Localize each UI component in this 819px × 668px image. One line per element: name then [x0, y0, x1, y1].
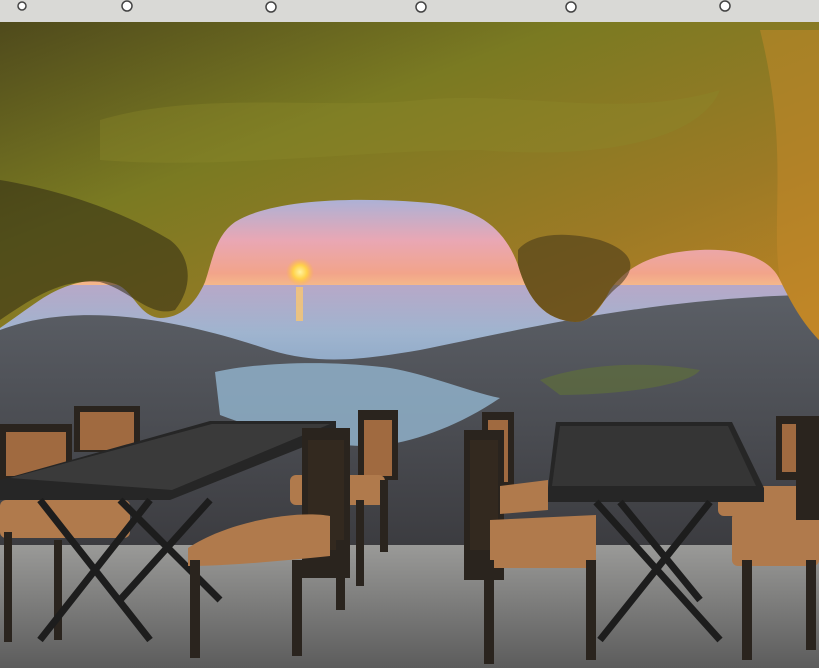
sun: [286, 258, 314, 286]
ceiling-light: [265, 1, 277, 13]
ceiling-light: [17, 1, 27, 11]
table-top-highlight: [552, 426, 756, 486]
ceiling-light: [121, 0, 133, 12]
ceiling-light: [719, 0, 731, 12]
sun-reflection: [296, 287, 303, 321]
ceiling-light: [565, 1, 577, 13]
photo-scene: [0, 0, 819, 668]
ceiling-light: [415, 1, 427, 13]
scene-svg: [0, 0, 819, 668]
